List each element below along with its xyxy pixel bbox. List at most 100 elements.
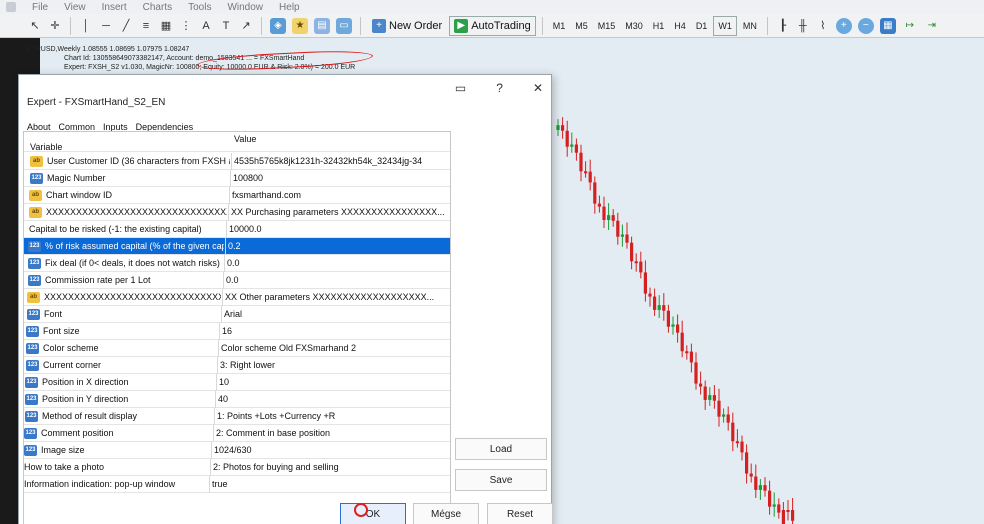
input-value-cell[interactable]: 1: Points +Lots +Currency +R xyxy=(217,411,448,421)
auto-scroll-icon[interactable]: ↦ xyxy=(900,16,920,36)
timeframe-m30[interactable]: M30 xyxy=(621,16,647,36)
input-value-cell[interactable]: 100800 xyxy=(233,173,448,183)
input-row[interactable]: 123 Position in X direction 10 xyxy=(24,374,450,391)
input-value-cell[interactable]: 0.2 xyxy=(228,241,448,251)
input-value-cell[interactable]: 1024/630 xyxy=(214,445,448,455)
input-value-cell[interactable]: Arial xyxy=(224,309,448,319)
data-window-icon[interactable]: ▤ xyxy=(312,16,332,36)
chart-shift-icon[interactable]: ⇥ xyxy=(922,16,942,36)
input-value-cell[interactable]: fxsmarthand.com xyxy=(232,190,448,200)
bar-chart-icon[interactable]: ┠ xyxy=(774,16,792,36)
number-type-icon: 123 xyxy=(27,308,40,320)
screen-icon[interactable]: ▭ xyxy=(455,81,466,95)
input-value-cell[interactable]: 16 xyxy=(222,326,448,336)
menu-insert[interactable]: Insert xyxy=(102,2,127,13)
menu-window[interactable]: Window xyxy=(227,2,263,13)
text-tool-icon[interactable]: T xyxy=(217,16,235,36)
input-value-cell[interactable]: 2: Comment in base position xyxy=(216,428,448,438)
candle-body xyxy=(685,351,689,354)
autotrading-icon: ▶ xyxy=(454,18,469,33)
input-value-cell[interactable]: 10 xyxy=(219,377,448,387)
input-value-cell[interactable]: 2: Photos for buying and selling xyxy=(213,462,448,472)
input-value-cell[interactable]: XX Other parameters XXXXXXXXXXXXXXXXXXX.… xyxy=(225,292,448,302)
input-row[interactable]: Capital to be risked (-1: the existing c… xyxy=(24,221,450,238)
new-order-button[interactable]: + New Order xyxy=(367,16,447,36)
input-row[interactable]: Information indication: pop-up window tru… xyxy=(24,476,450,493)
input-row[interactable]: 123 Commission rate per 1 Lot 0.0 xyxy=(24,272,450,289)
line-chart-icon[interactable]: ⌇ xyxy=(814,16,832,36)
chart-properties-icon[interactable]: ◈ xyxy=(268,16,288,36)
input-variable-cell: 123 Magic Number xyxy=(30,172,229,184)
input-row[interactable]: 123 Comment position 2: Comment in base po… xyxy=(24,425,450,442)
input-row[interactable]: 123 % of risk assumed capital (% of the g… xyxy=(24,238,450,255)
input-row[interactable]: 123 Font Arial xyxy=(24,306,450,323)
close-icon[interactable]: ✕ xyxy=(533,81,543,95)
timeframe-m1[interactable]: M1 xyxy=(549,16,570,36)
input-row[interactable]: 123 Color scheme Color scheme Old FXSmarha… xyxy=(24,340,450,357)
input-row[interactable]: 123 Magic Number 100800 xyxy=(24,170,450,187)
input-row[interactable]: 123 Fix deal (if 0< deals, it does not wa… xyxy=(24,255,450,272)
input-row[interactable]: 123 Method of result display 1: Points +Lo… xyxy=(24,408,450,425)
menu-charts[interactable]: Charts xyxy=(143,2,172,13)
menu-file[interactable]: File xyxy=(32,2,48,13)
timeframe-d1[interactable]: D1 xyxy=(692,16,712,36)
input-value-cell[interactable]: 0.0 xyxy=(226,275,448,285)
input-row[interactable]: ab XXXXXXXXXXXXXXXXXXXXXXXXXXXXXXXXXX XX O… xyxy=(24,289,450,306)
input-row[interactable]: 123 Image size 1024/630 xyxy=(24,442,450,459)
input-value-cell[interactable]: 10000.0 xyxy=(229,224,448,234)
timeframe-m15[interactable]: M15 xyxy=(594,16,620,36)
tile-windows-icon[interactable]: ▦ xyxy=(878,16,898,36)
cancel-button[interactable]: Mégse xyxy=(413,503,479,524)
vertical-line-icon[interactable]: │ xyxy=(77,16,95,36)
zoom-in-icon[interactable]: + xyxy=(834,16,854,36)
input-variable-cell: How to take a photo xyxy=(24,462,209,472)
candlestick-icon[interactable]: ╫ xyxy=(794,16,812,36)
navigator-icon[interactable]: ★ xyxy=(290,16,310,36)
fibonacci-icon[interactable]: ⋮ xyxy=(177,16,195,36)
text-label-icon[interactable]: A xyxy=(197,16,215,36)
input-value-cell[interactable]: 4535h5765k8jk1231h-32432kh54k_32434jg-34 xyxy=(234,156,448,166)
autotrading-button[interactable]: ▶ AutoTrading xyxy=(449,15,536,36)
shapes-icon[interactable]: ▦ xyxy=(157,16,175,36)
menu-view[interactable]: View xyxy=(64,2,86,13)
help-icon[interactable]: ? xyxy=(496,81,503,95)
timeframe-mn[interactable]: MN xyxy=(739,16,761,36)
menu-help[interactable]: Help xyxy=(279,2,300,13)
crosshair-icon[interactable]: ✛ xyxy=(46,16,64,36)
input-variable-cell: 123 Method of result display xyxy=(25,410,213,422)
zoom-out-icon[interactable]: − xyxy=(856,16,876,36)
input-row[interactable]: ab XXXXXXXXXXXXXXXXXXXXXXXXXXXXXXXXXX XX P… xyxy=(24,204,450,221)
candle-body xyxy=(791,510,795,521)
input-row[interactable]: 123 Position in Y direction 40 xyxy=(24,391,450,408)
timeframe-h1[interactable]: H1 xyxy=(649,16,669,36)
input-row[interactable]: 123 Font size 16 xyxy=(24,323,450,340)
input-row[interactable]: 123 Current corner 3: Right lower xyxy=(24,357,450,374)
timeframe-h4[interactable]: H4 xyxy=(670,16,690,36)
input-value-cell[interactable]: 0.0 xyxy=(227,258,448,268)
input-row[interactable]: ab User Customer ID (36 characters from F… xyxy=(24,153,450,170)
channel-icon[interactable]: ≡ xyxy=(137,16,155,36)
input-value-cell[interactable]: 40 xyxy=(218,394,448,404)
candle-body xyxy=(717,400,721,417)
timeframe-w1[interactable]: W1 xyxy=(713,15,737,36)
menu-tools[interactable]: Tools xyxy=(188,2,211,13)
reset-button[interactable]: Reset xyxy=(487,503,553,524)
ok-button[interactable]: OK xyxy=(340,503,406,524)
input-value-cell[interactable]: XX Purchasing parameters XXXXXXXXXXXXXXX… xyxy=(231,207,448,217)
terminal-icon[interactable]: ▭ xyxy=(334,16,354,36)
horizontal-line-icon[interactable]: ─ xyxy=(97,16,115,36)
trendline-icon[interactable]: ╱ xyxy=(117,16,135,36)
input-value-cell[interactable]: 3: Right lower xyxy=(220,360,448,370)
save-button[interactable]: Save xyxy=(455,469,547,491)
cursor-icon[interactable]: ↖ xyxy=(26,16,44,36)
candle-body xyxy=(763,485,767,491)
arrows-icon[interactable]: ↗ xyxy=(237,16,255,36)
timeframe-m5[interactable]: M5 xyxy=(571,16,592,36)
input-value-cell[interactable]: Color scheme Old FXSmarhand 2 xyxy=(221,343,448,353)
input-row[interactable]: ab Chart window ID fxsmarthand.com xyxy=(24,187,450,204)
input-row[interactable]: How to take a photo 2: Photos for buying … xyxy=(24,459,450,476)
string-type-icon: ab xyxy=(27,291,40,303)
input-value-cell[interactable]: true xyxy=(212,479,448,489)
load-button[interactable]: Load xyxy=(455,438,547,460)
candle-body xyxy=(602,206,606,220)
